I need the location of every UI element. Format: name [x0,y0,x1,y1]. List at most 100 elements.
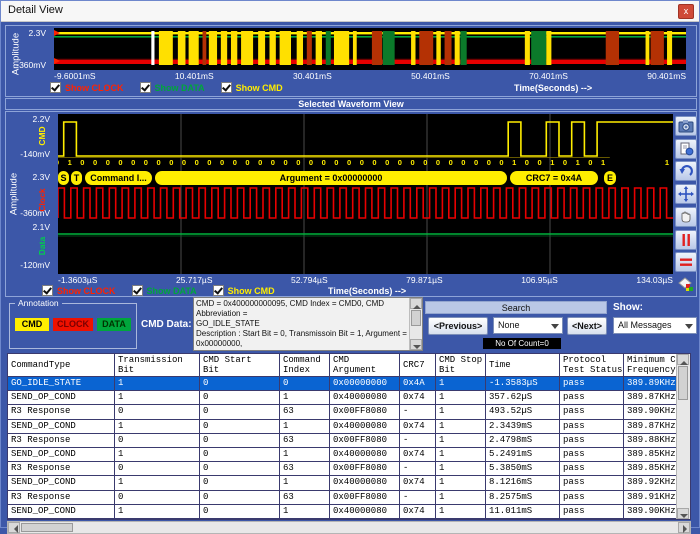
signal-toggle-show-cmd[interactable]: Show CMD [221,82,283,93]
bit-digit: 0 [306,158,316,167]
pan-button[interactable] [675,184,697,204]
bit-digit: 0 [420,158,430,167]
signal-toggle-show-data[interactable]: Show DATA [140,82,205,93]
next-button[interactable]: <Next> [567,317,607,335]
column-header-line1: Protocol [563,355,623,365]
checkbox-checked-icon[interactable] [221,82,232,93]
search-criteria-value: None [498,320,520,330]
checkbox-label: Show DATA [155,83,205,93]
column-header-line2: Bit [439,365,485,375]
time-tick-label: -9.6001mS [54,71,96,81]
bit-digit: 0 [484,158,494,167]
checkbox-checked-icon[interactable] [42,285,53,296]
bit-digit: 0 [344,158,354,167]
table-cell: 0 [115,462,200,475]
checkbox-checked-icon[interactable] [50,82,61,93]
table-cell: 0 [200,405,280,418]
vertical-cursor-button[interactable] [675,230,697,250]
column-header[interactable]: Minimum ClFrequency [624,354,678,376]
overview-plot[interactable] [54,28,686,70]
column-header[interactable]: CMD StartBit [200,354,280,376]
table-cell: 63 [280,434,330,447]
scroll-thumb[interactable] [411,310,421,326]
table-cell: - [400,405,436,418]
table-cell: pass [560,391,624,404]
bit-digit: 0 [58,158,62,167]
table-cell: SEND_OP_COND [8,476,115,489]
close-button[interactable]: x [678,4,694,19]
hand-icon [679,210,693,224]
table-row[interactable]: R3 Response00630x00FF8080-15.3850mSpass3… [8,462,678,476]
table-cell: R3 Response [8,462,115,475]
checkbox-checked-icon[interactable] [132,285,143,296]
undo-button[interactable] [675,161,697,181]
column-header-line2: Frequency [627,365,677,375]
selected-waveform-plot[interactable]: 0100000000000000000000000000000000001001… [58,114,673,274]
clock-ymax-label: 2.3V [6,172,50,182]
table-row[interactable]: R3 Response00630x00FF8080-12.4798mSpass3… [8,434,678,448]
show-filter-dropdown[interactable]: All Messages [613,317,697,334]
cmd-data-textbox[interactable]: CMD = 0x400000000095, CMD Index = CMD0, … [193,297,423,351]
table-cell: 1 [280,448,330,461]
signal-toggle-show-data[interactable]: Show DATA [132,285,197,296]
table-cell: SEND_OP_COND [8,391,115,404]
table-row[interactable]: SEND_OP_COND1010x400000800x7412.3439mSpa… [8,420,678,434]
scroll-down-icon[interactable] [677,508,689,519]
column-header[interactable]: CMD StopBit [436,354,486,376]
table-cell: 5.2491mS [486,448,560,461]
bit-digit: 0 [77,158,87,167]
table-cell: 1 [280,420,330,433]
table-row[interactable]: SEND_OP_COND1010x400000800x7418.1216mSpa… [8,476,678,490]
table-row[interactable]: SEND_OP_COND1010x400000800x741357.62µSpa… [8,391,678,405]
column-header-line2: Index [283,365,329,375]
table-row[interactable]: R3 Response00630x00FF8080-18.2575mSpass3… [8,491,678,505]
palette-button[interactable] [675,275,697,295]
checkbox-label: Show CLOCK [57,286,116,296]
search-criteria-dropdown[interactable]: None [493,317,563,334]
command-index-bubble: Command I... [85,171,152,185]
cmd-ymin-label: -140mV [6,149,50,159]
column-header[interactable]: ProtocolTest Status [560,354,624,376]
previous-button[interactable]: <Previous> [428,317,488,335]
column-header[interactable]: CMDArgument [330,354,400,376]
bit-digit: 0 [471,158,481,167]
scroll-down-icon[interactable] [410,339,422,350]
table-cell: 1 [436,476,486,489]
table-row[interactable]: SEND_OP_COND1010x400000800x7415.2491mSpa… [8,448,678,462]
data-legend-chip: DATA [97,318,131,331]
column-header[interactable]: CommandType [8,354,115,376]
export-button[interactable] [675,139,697,159]
hand-button[interactable] [675,207,697,227]
table-cell: 0 [200,434,280,447]
signal-toggle-show-cmd[interactable]: Show CMD [213,285,275,296]
data-ymin-label: -120mV [6,260,50,270]
overview-ymin-label: -360mV [6,60,46,70]
table-row[interactable]: R3 Response00630x00FF8080-1493.52µSpass3… [8,405,678,419]
selected-signal-toggles: Show CLOCK Show DATA Show CMD [42,285,275,296]
snapshot-button[interactable] [675,116,697,136]
checkbox-checked-icon[interactable] [140,82,151,93]
table-cell: 0 [200,476,280,489]
column-header[interactable]: CRC7 [400,354,436,376]
table-row[interactable]: GO_IDLE_STATE1000x000000000x4A1-1.3583µS… [8,377,678,391]
column-header[interactable]: TransmissionBit [115,354,200,376]
scroll-thumb[interactable] [678,366,688,400]
horizontal-cursor-button[interactable] [675,252,697,272]
column-header[interactable]: Time [486,354,560,376]
table-cell: pass [560,476,624,489]
scroll-up-icon[interactable] [410,298,422,309]
bit-digit: 0 [522,158,532,167]
table-cell: 0x40000080 [330,476,400,489]
table-row[interactable]: SEND_OP_COND1010x400000800x74111.011mSpa… [8,505,678,519]
scroll-up-icon[interactable] [677,354,689,365]
signal-toggle-show-clock[interactable]: Show CLOCK [50,82,124,93]
detail-view-window: Detail View x Amplitude 2.3V -360mV -9.6… [0,0,700,528]
table-vertical-scrollbar[interactable] [676,354,690,519]
time-tick-label: 10.401mS [175,71,214,81]
checkbox-checked-icon[interactable] [213,285,224,296]
signal-toggle-show-clock[interactable]: Show CLOCK [42,285,116,296]
overview-panel: Amplitude 2.3V -360mV -9.6001mS10.401mS3… [5,25,697,97]
table-cell: 0x40000080 [330,448,400,461]
column-header[interactable]: CommandIndex [280,354,330,376]
cmd-data-scrollbar[interactable] [409,298,422,350]
